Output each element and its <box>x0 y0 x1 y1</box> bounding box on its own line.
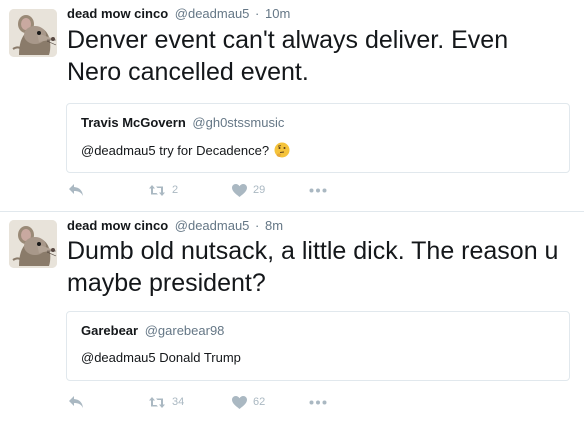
quoted-tweet-body: @deadmau5 try for Decadence? <box>81 142 290 158</box>
retweet-icon <box>149 396 165 408</box>
quoted-author-handle: @garebear98 <box>144 323 225 338</box>
quoted-tweet-text: @deadmau5 try for Decadence? <box>81 142 270 158</box>
author-name[interactable]: dead mow cinco <box>67 218 168 233</box>
reply-icon <box>69 396 83 408</box>
author-handle[interactable]: @deadmau5 <box>175 6 250 21</box>
tweet-text: Denver event can't always deliver. Even … <box>67 26 509 86</box>
more-button[interactable] <box>309 392 327 412</box>
tweet[interactable]: dead mow cinco @deadmau5 · 8m Dumb old n… <box>0 212 584 423</box>
reply-icon <box>69 184 83 196</box>
tweet-timestamp[interactable]: 10m <box>265 6 290 21</box>
reply-button[interactable] <box>68 392 84 412</box>
more-button[interactable] <box>309 180 327 200</box>
quoted-author-name: Garebear <box>81 323 139 338</box>
quoted-tweet-body: @deadmau5 Donald Trump <box>81 350 241 365</box>
like-button[interactable]: 62 <box>232 392 265 412</box>
retweet-button[interactable]: 34 <box>148 392 184 412</box>
heart-icon <box>232 183 247 197</box>
tweet[interactable]: dead mow cinco @deadmau5 · 10m Denver ev… <box>0 0 584 212</box>
avatar[interactable] <box>9 9 57 57</box>
reply-button[interactable] <box>68 180 84 200</box>
heart-icon <box>232 395 247 409</box>
more-dots-icon <box>309 188 327 192</box>
retweet-count: 34 <box>172 396 185 408</box>
quoted-tweet-text: @deadmau5 Donald Trump <box>81 350 241 365</box>
quoted-author-handle: @gh0stssmusic <box>192 115 285 130</box>
tweet-actions: 34 62 <box>66 392 366 412</box>
author-name[interactable]: dead mow cinco <box>67 6 168 21</box>
tweet-timestamp[interactable]: 8m <box>265 218 283 233</box>
tweet-text: Dumb old nutsack, a little dick. The rea… <box>67 237 559 297</box>
more-dots-icon <box>309 400 327 404</box>
like-count: 62 <box>253 396 266 408</box>
quoted-tweet[interactable]: Garebear @garebear98 @deadmau5 Donald Tr… <box>66 311 570 381</box>
header-separator: · <box>255 6 260 21</box>
quoted-tweet[interactable]: Travis McGovern @gh0stssmusic @deadmau5 … <box>66 103 570 173</box>
like-button[interactable]: 29 <box>232 180 265 200</box>
author-handle[interactable]: @deadmau5 <box>175 218 250 233</box>
avatar-mouse-image <box>9 220 57 268</box>
quoted-tweet-header: Travis McGovern @gh0stssmusic <box>81 115 284 130</box>
thinking-face-icon <box>274 142 290 158</box>
tweet-actions: 2 29 <box>66 180 366 200</box>
retweet-count: 2 <box>172 184 179 196</box>
avatar[interactable] <box>9 220 57 268</box>
quoted-tweet-header: Garebear @garebear98 <box>81 323 224 338</box>
tweet-header: dead mow cinco @deadmau5 · 10m <box>67 6 290 21</box>
header-separator: · <box>255 218 260 233</box>
retweet-button[interactable]: 2 <box>148 180 178 200</box>
like-count: 29 <box>253 184 266 196</box>
avatar-mouse-image <box>9 9 57 57</box>
tweet-header: dead mow cinco @deadmau5 · 8m <box>67 218 283 233</box>
quoted-author-name: Travis McGovern <box>81 115 186 130</box>
retweet-icon <box>149 184 165 196</box>
